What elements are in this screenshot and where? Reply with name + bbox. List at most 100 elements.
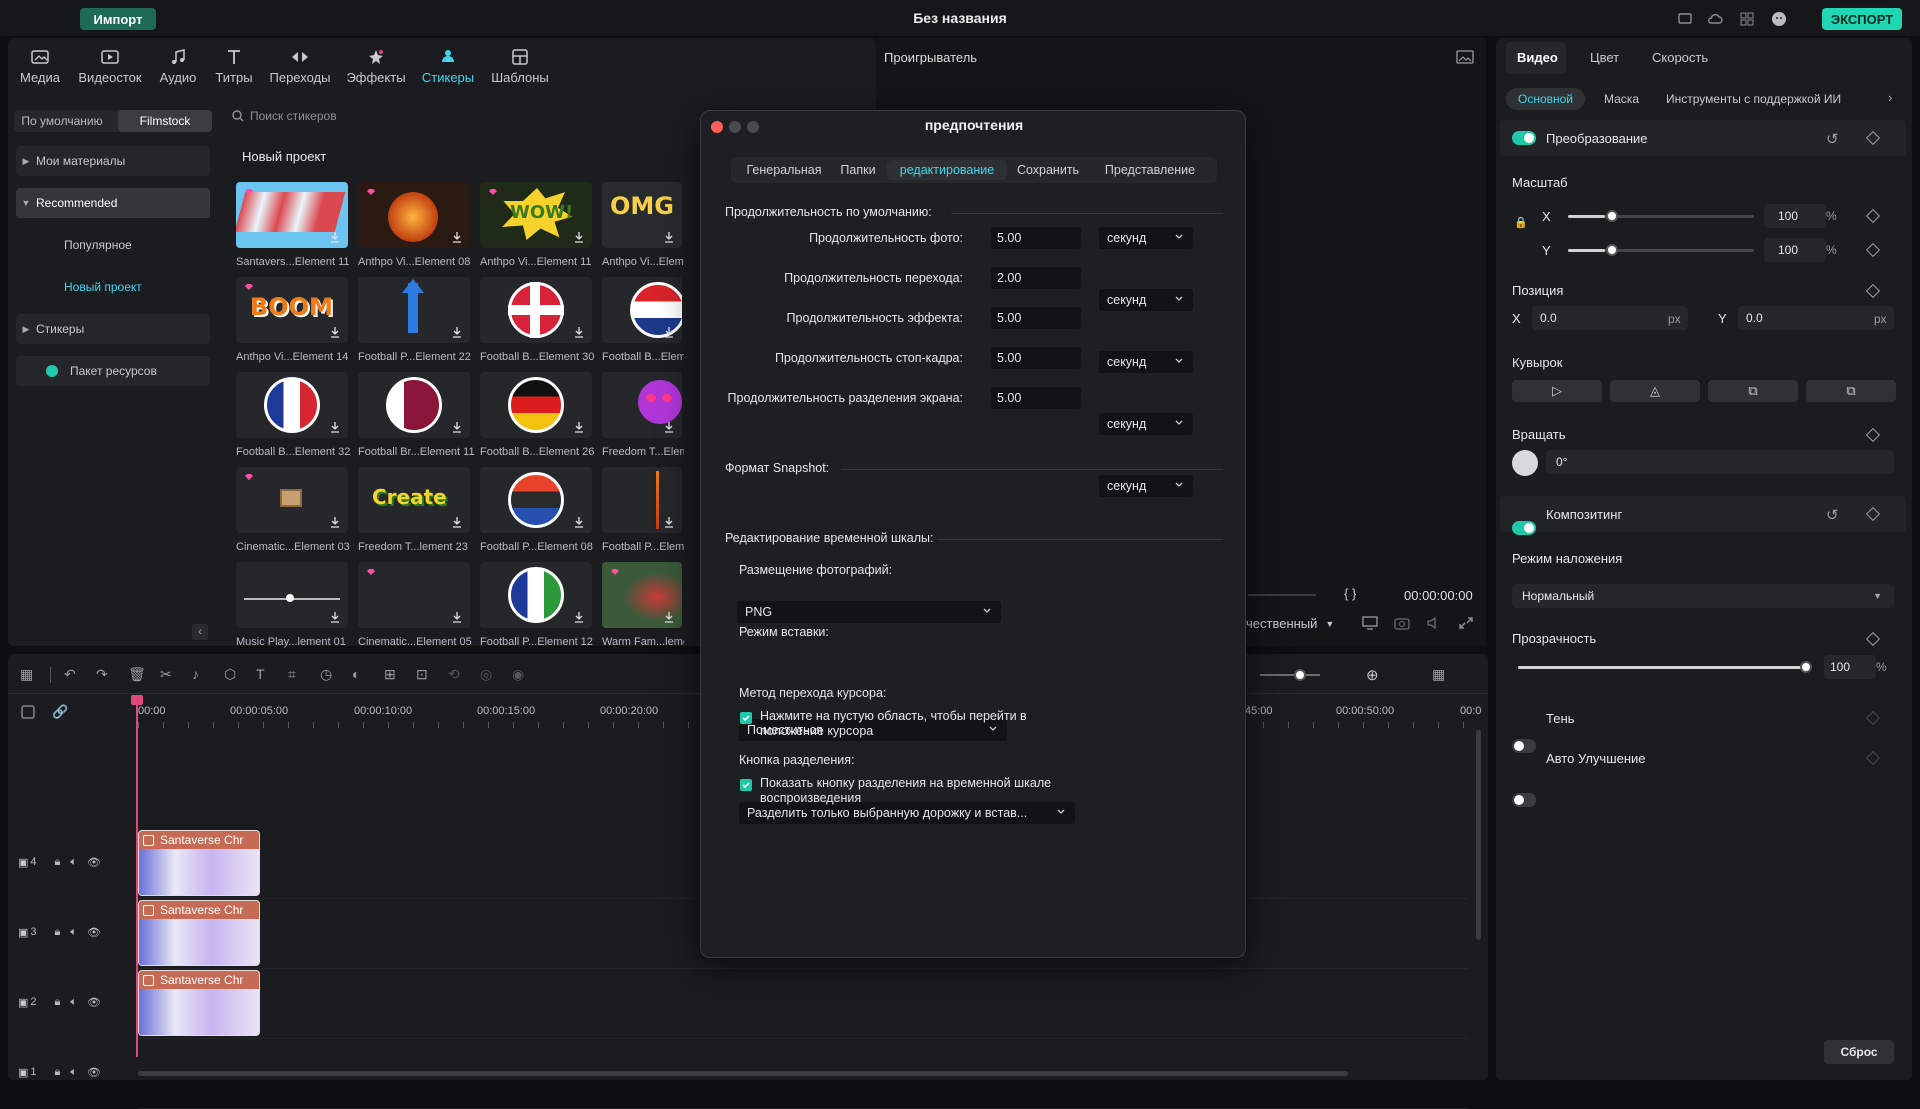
cut-icon[interactable]: ✂ (160, 666, 178, 684)
duration-unit-select[interactable]: секунд (1099, 351, 1193, 373)
position-x-input[interactable]: 0.0 (1532, 306, 1688, 330)
duration-unit-select[interactable]: секунд (1099, 475, 1193, 497)
lock-icon[interactable]: 🔒︎ (55, 1066, 61, 1079)
eye-icon[interactable]: 👁︎ (87, 996, 101, 1009)
tab-editing[interactable]: редактирование (887, 160, 1007, 180)
crop-icon[interactable]: ⌗ (288, 666, 306, 684)
tab-save[interactable]: Сохранить (1011, 160, 1085, 180)
tab-folders[interactable]: Папки (833, 160, 883, 180)
tab-media[interactable]: Медиа (10, 46, 70, 90)
transform-toggle[interactable] (1512, 131, 1536, 145)
download-icon[interactable] (662, 420, 676, 434)
source-filmstock-button[interactable]: Filmstock (118, 110, 212, 132)
sticker-tile[interactable] (358, 182, 470, 248)
snapshot-format-select[interactable]: PNG (737, 601, 1001, 623)
scale-x-slider[interactable] (1568, 215, 1754, 218)
volume-icon[interactable] (1426, 616, 1442, 630)
timeline-clip[interactable]: Santaverse Chr (138, 830, 260, 896)
download-icon[interactable] (328, 325, 342, 339)
lock-icon[interactable]: 🔒︎ (55, 856, 61, 869)
opacity-slider[interactable] (1518, 666, 1806, 669)
subtab-basic[interactable]: Основной (1506, 88, 1586, 110)
sidebar-item-my-materials[interactable]: ▶ Мои материалы (16, 146, 210, 176)
stabilize-icon[interactable]: ◎ (480, 666, 498, 684)
collapse-sidebar-button[interactable]: ‹ (192, 624, 208, 640)
tab-video[interactable]: Видео (1517, 50, 1558, 65)
link-icon[interactable]: 🔗 (52, 704, 68, 720)
reset-icon[interactable]: ↺ (1826, 130, 1839, 148)
layout-icon[interactable]: ▦ (1432, 666, 1445, 683)
sticker-tile[interactable] (236, 467, 348, 533)
download-icon[interactable] (328, 420, 342, 434)
tab-effects[interactable]: Эффекты (344, 46, 408, 90)
volume-icon[interactable]: 🔈︎ (70, 1066, 77, 1079)
sidebar-item-resource-pack[interactable]: Пакет ресурсов (16, 356, 210, 386)
playhead-handle[interactable] (131, 695, 143, 705)
download-icon[interactable] (572, 610, 586, 624)
import-button[interactable]: Импорт (80, 8, 156, 30)
player-scrub-bar[interactable] (1248, 594, 1316, 596)
sidebar-item-popular[interactable]: Популярное (16, 230, 210, 260)
tab-transitions[interactable]: Переходы (266, 46, 334, 90)
download-icon[interactable] (450, 515, 464, 529)
scale-y-knob[interactable] (1606, 244, 1618, 256)
freeze-frame-icon[interactable]: ⊞ (384, 666, 402, 684)
quality-select[interactable]: чественный ▼ (1246, 616, 1334, 631)
download-icon[interactable] (572, 325, 586, 339)
tab-speed[interactable]: Скорость (1652, 50, 1708, 65)
cloud-icon[interactable] (1706, 10, 1724, 28)
zoom-slider[interactable] (1260, 674, 1320, 676)
lock-icon[interactable]: 🔒 (1514, 216, 1528, 229)
duration-input[interactable]: 2.00 (991, 267, 1081, 289)
display-icon[interactable] (1362, 616, 1378, 630)
apps-grid-icon[interactable] (1738, 10, 1756, 28)
download-icon[interactable] (662, 325, 676, 339)
download-icon[interactable] (328, 230, 342, 244)
tab-titles[interactable]: Титры (204, 46, 264, 90)
download-icon[interactable] (662, 515, 676, 529)
timeline-clip[interactable]: Santaverse Chr (138, 970, 260, 1036)
reset-icon[interactable]: ↺ (1826, 506, 1839, 524)
add-track-icon[interactable] (20, 704, 36, 720)
tab-color[interactable]: Цвет (1590, 50, 1619, 65)
tab-general[interactable]: Генеральная (739, 160, 829, 180)
sticker-tile[interactable] (236, 182, 348, 248)
compositing-toggle[interactable] (1512, 521, 1536, 535)
audio-split-icon[interactable]: ♪ (192, 666, 210, 684)
sticker-tile[interactable] (480, 277, 592, 343)
duration-input[interactable]: 5.00 (991, 307, 1081, 329)
search-input[interactable]: Поиск стикеров (232, 104, 692, 128)
rotate-input[interactable]: 0° (1546, 450, 1894, 474)
transform-icon[interactable]: ⊡ (416, 666, 434, 684)
ai-icon[interactable]: ◉ (512, 666, 530, 684)
sticker-tile[interactable] (602, 562, 682, 628)
sidebar-item-recommended[interactable]: ▼ Recommended (16, 188, 210, 218)
scale-y-input[interactable]: 100 (1764, 238, 1826, 262)
opacity-knob[interactable] (1800, 661, 1812, 673)
play-forward-button[interactable]: ▷ (1512, 380, 1602, 402)
volume-icon[interactable]: 🔈︎ (70, 926, 77, 939)
sidebar-item-new-project[interactable]: Новый проект (16, 272, 210, 302)
download-icon[interactable] (450, 230, 464, 244)
opacity-input[interactable]: 100 (1824, 655, 1876, 679)
sticker-tile[interactable] (236, 372, 348, 438)
duration-unit-select[interactable]: секунд (1099, 227, 1193, 249)
fullscreen-icon[interactable] (1458, 616, 1474, 630)
duration-unit-select[interactable]: секунд (1099, 289, 1193, 311)
color-icon[interactable]: ◐ (352, 666, 370, 684)
download-icon[interactable] (328, 515, 342, 529)
sticker-tile[interactable]: OMG (602, 182, 682, 248)
tab-templates[interactable]: Шаблоны (488, 46, 552, 90)
blend-mode-select[interactable]: Нормальный ▼ (1512, 584, 1894, 608)
sticker-tile[interactable] (602, 372, 682, 438)
eye-icon[interactable]: 👁︎ (87, 856, 101, 869)
eye-icon[interactable]: 👁︎ (87, 926, 101, 939)
text-icon[interactable]: T (256, 666, 274, 684)
tab-audio[interactable]: Аудио (148, 46, 208, 90)
sticker-tile[interactable] (358, 562, 470, 628)
download-icon[interactable] (328, 610, 342, 624)
scale-y-slider[interactable] (1568, 249, 1754, 252)
lock-icon[interactable]: 🔒︎ (55, 996, 61, 1009)
volume-icon[interactable]: 🔈︎ (70, 996, 77, 1009)
eye-icon[interactable]: 👁︎ (87, 1066, 101, 1079)
